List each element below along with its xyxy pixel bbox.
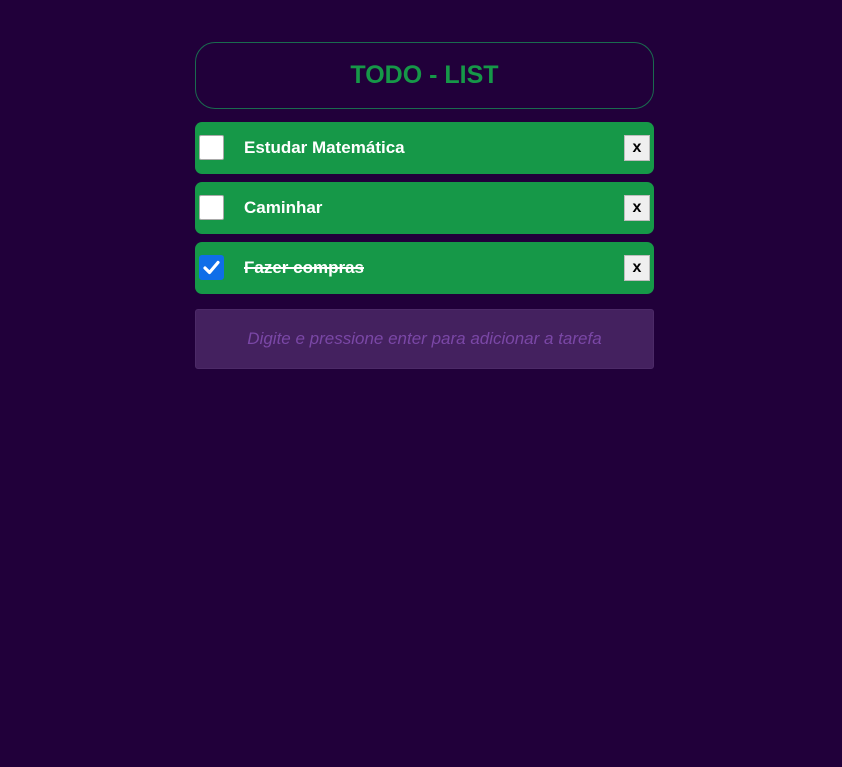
new-task-area [195,309,654,369]
task-item: Caminhar x [195,182,654,234]
task-label: Caminhar [244,198,323,217]
task-label: Estudar Matemática [244,138,405,157]
task-item: Fazer compras x [195,242,654,294]
new-task-input[interactable] [195,309,654,369]
task-item: Estudar Matemática x [195,122,654,174]
task-checkbox[interactable] [199,195,224,220]
header-card: TODO - LIST [195,42,654,109]
task-list: Estudar Matemática x Caminhar x Fazer co… [195,122,654,294]
task-checkbox[interactable] [199,135,224,160]
checkmark-icon [203,260,220,275]
task-label: Fazer compras [244,258,364,277]
delete-task-button[interactable]: x [624,195,650,221]
page-title: TODO - LIST [350,61,499,89]
delete-task-button[interactable]: x [624,255,650,281]
task-checkbox[interactable] [199,255,224,280]
todo-app: TODO - LIST Estudar Matemática x Caminha… [195,42,654,369]
delete-task-button[interactable]: x [624,135,650,161]
